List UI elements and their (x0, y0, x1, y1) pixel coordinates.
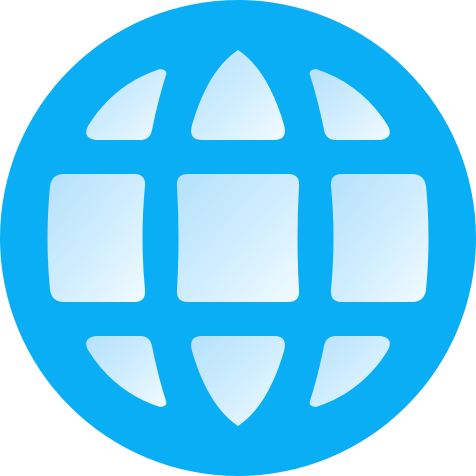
panel-middle-center (176, 174, 300, 302)
globe-icon (0, 0, 476, 476)
panel-middle-right (330, 174, 429, 302)
globe-panels (47, 50, 429, 426)
globe-svg (0, 0, 476, 476)
panel-middle-left (47, 174, 146, 302)
